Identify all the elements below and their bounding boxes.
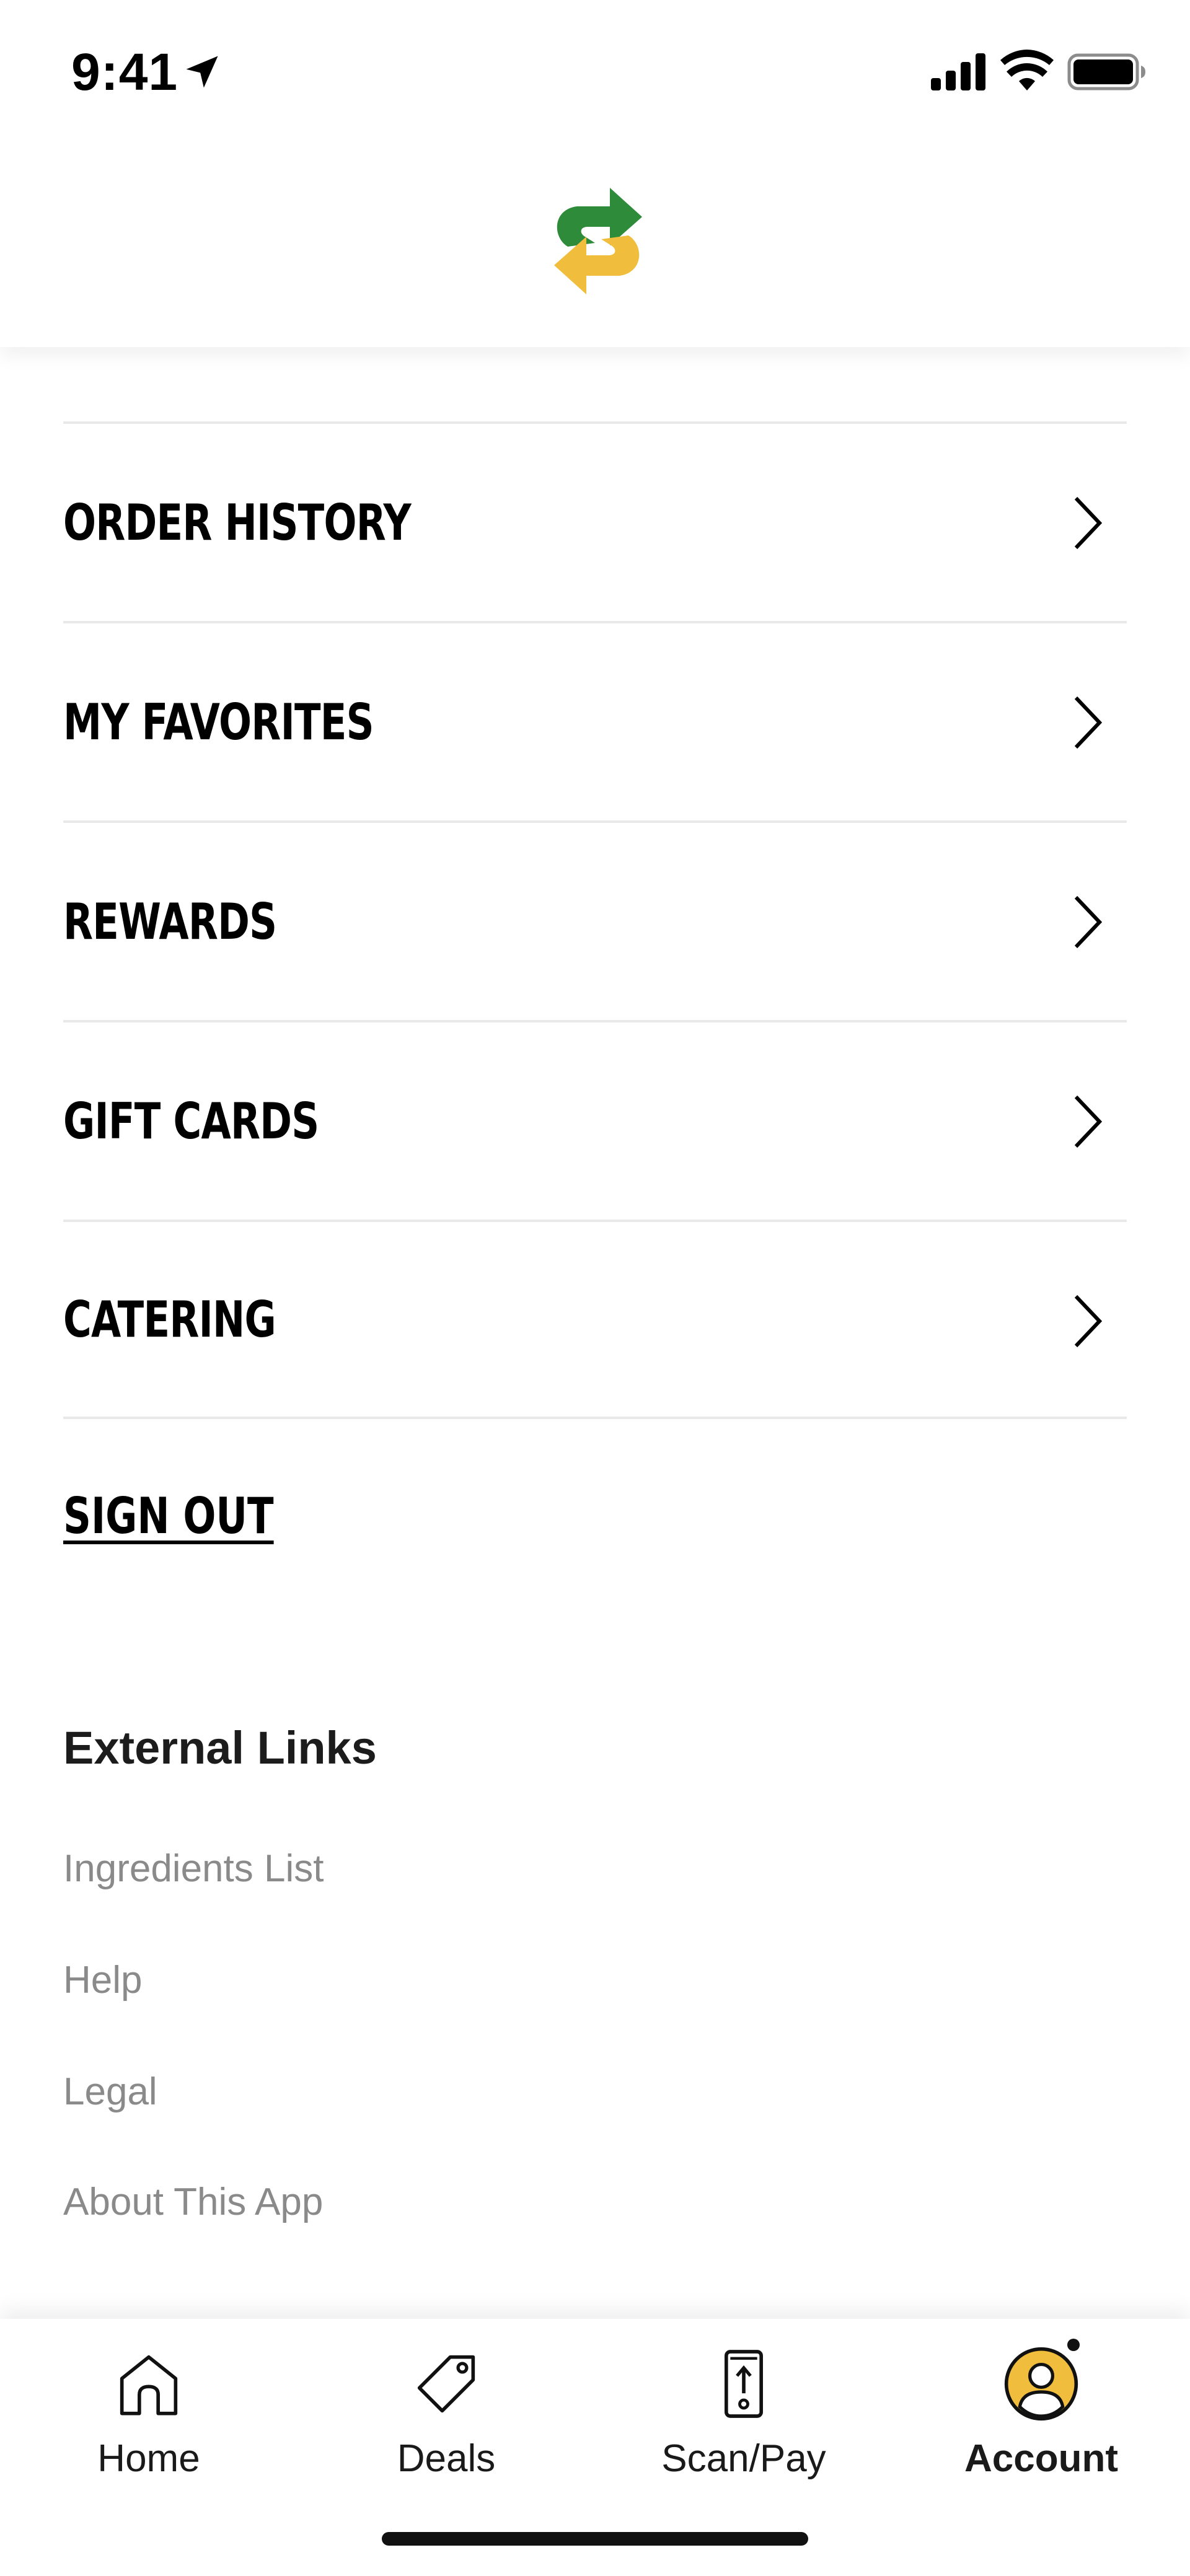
status-bar: 9:41 — [0, 0, 1190, 143]
cellular-signal-icon — [931, 53, 985, 90]
account-menu: ORDER HISTORY MY FAVORITES REWARDS GIFT … — [63, 421, 1127, 1419]
tab-home[interactable]: Home — [0, 2319, 298, 2505]
account-avatar-icon — [1004, 2347, 1078, 2421]
ingredients-list-link[interactable]: Ingredients List — [63, 1847, 324, 1891]
tab-deals[interactable]: Deals — [298, 2319, 595, 2505]
menu-item-label: GIFT CARDS — [63, 1092, 319, 1150]
home-icon — [120, 2355, 178, 2416]
chevron-right-icon — [1074, 1295, 1103, 1348]
notification-dot — [1067, 2339, 1080, 2351]
menu-item-catering[interactable]: CATERING — [63, 1220, 1127, 1419]
about-this-app-link[interactable]: About This App — [63, 2180, 323, 2224]
tag-icon — [417, 2355, 475, 2413]
sign-out-link[interactable]: SIGN OUT — [63, 1487, 274, 1545]
legal-link[interactable]: Legal — [63, 2070, 157, 2114]
help-link[interactable]: Help — [63, 1958, 143, 2002]
menu-item-label: MY FAVORITES — [63, 693, 374, 751]
tab-scan-pay[interactable]: Scan/Pay — [595, 2319, 892, 2505]
tab-label: Home — [97, 2437, 200, 2480]
phone-scan-icon — [725, 2350, 763, 2418]
app-header: 9:41 — [0, 0, 1190, 347]
menu-item-label: REWARDS — [63, 892, 277, 951]
menu-item-order-history[interactable]: ORDER HISTORY — [63, 421, 1127, 621]
menu-item-label: CATERING — [63, 1290, 276, 1348]
chevron-right-icon — [1074, 895, 1103, 949]
tab-account[interactable]: Account — [892, 2319, 1190, 2505]
external-links-heading: External Links — [63, 1722, 377, 1774]
status-time: 9:41 — [71, 43, 178, 101]
menu-item-rewards[interactable]: REWARDS — [63, 820, 1127, 1020]
home-indicator — [382, 2532, 808, 2546]
location-arrow-icon — [186, 56, 218, 88]
chevron-right-icon — [1074, 696, 1103, 749]
subway-logo — [554, 188, 642, 294]
menu-item-label: ORDER HISTORY — [63, 493, 412, 552]
menu-item-my-favorites[interactable]: MY FAVORITES — [63, 621, 1127, 820]
tab-label: Scan/Pay — [661, 2437, 826, 2480]
tab-label: Deals — [397, 2437, 496, 2480]
tab-label: Account — [964, 2437, 1118, 2480]
menu-item-gift-cards[interactable]: GIFT CARDS — [63, 1020, 1127, 1220]
chevron-right-icon — [1074, 1095, 1103, 1148]
wifi-icon — [1000, 50, 1054, 90]
battery-icon — [1067, 53, 1145, 90]
chevron-right-icon — [1074, 496, 1103, 550]
